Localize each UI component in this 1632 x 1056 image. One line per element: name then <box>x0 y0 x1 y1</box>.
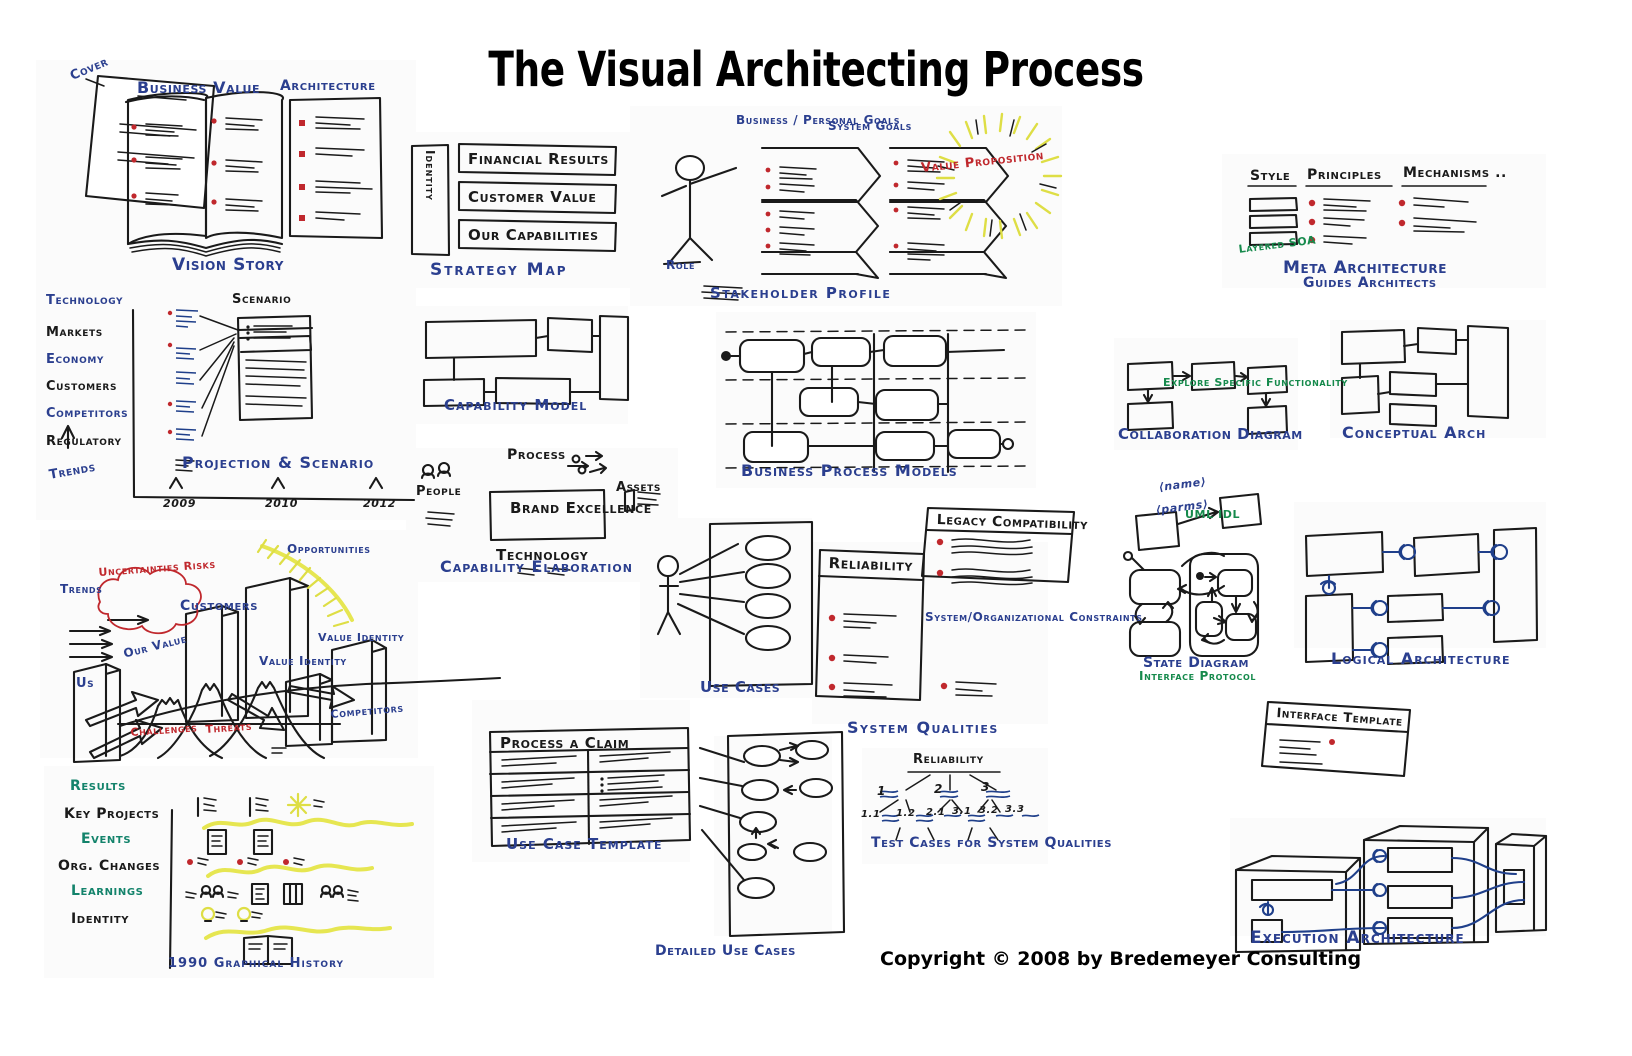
caption-vision-story: Vision Story <box>172 255 284 275</box>
label-brand-excellence: Brand Excellence <box>510 499 652 517</box>
label-system-goals: System Goals <box>828 119 912 133</box>
caption-strategy-map: Strategy Map <box>430 260 568 280</box>
row-financial-results: Financial Results <box>468 150 609 168</box>
test-node-3-2: 3.2 <box>979 805 999 816</box>
row-our-capabilities: Our Capabilities <box>468 226 599 244</box>
caption-execution-architecture: Execution Architecture <box>1250 928 1465 948</box>
label-architecture: Architecture <box>280 78 376 94</box>
caption-conceptual-arch: Conceptual Arch <box>1342 423 1487 442</box>
caption-graphical-history: 1990 Graphical History <box>168 956 345 971</box>
caption-detailed-use-cases: Detailed Use Cases <box>655 943 796 959</box>
header-process-a-claim: Process a Claim <box>500 734 630 752</box>
category-markets: Markets <box>46 325 103 340</box>
row-customer-value: Customer Value <box>468 188 597 206</box>
label-value-identity-left: Value Identity <box>259 654 347 668</box>
note-explore-specific-functionality: Explore Specific Functionality <box>1163 376 1348 389</box>
label-scenario: Scenario <box>232 292 292 307</box>
test-node-1-1: 1.1 <box>861 809 881 820</box>
test-node-3: 3 <box>981 780 990 794</box>
caption-test-cases: Test Cases for System Qualities <box>871 835 1113 851</box>
category-regulatory: Regulatory <box>46 434 122 449</box>
label-process: Process <box>507 447 566 463</box>
label-identity: Identity <box>423 150 437 201</box>
caption-business-process-models: Business Process Models <box>741 461 958 480</box>
subcaption-interface-protocol: Interface Protocol <box>1139 669 1257 683</box>
caption-system-qualities: System Qualities <box>847 718 999 737</box>
diagram-canvas: .ink { stroke:#1a1a1a; stroke-width:2.1;… <box>36 60 1548 978</box>
category-technology: Technology <box>46 293 124 308</box>
test-node-1: 1 <box>877 784 886 798</box>
caption-projection-scenario: Projection & Scenario <box>182 453 375 472</box>
caption-capability-elaboration: Capability Elaboration <box>440 557 633 576</box>
label-customers: Customers <box>180 598 259 614</box>
history-row-events: Events <box>81 831 132 847</box>
column-style: Style <box>1250 168 1291 184</box>
category-competitors: Competitors <box>46 406 129 421</box>
category-economy: Economy <box>46 352 104 367</box>
test-node-1-2: 1.2 <box>896 808 916 819</box>
label-opportunities: Opportunities <box>287 542 371 556</box>
caption-use-cases: Use Cases <box>700 678 781 696</box>
test-node-2-1: 2.1 <box>926 807 946 818</box>
caption-capability-model: Capability Model <box>444 396 588 414</box>
history-row-key-projects: Key Projects <box>64 806 160 822</box>
card-reliability: Reliability <box>828 554 914 575</box>
history-row-results: Results <box>70 778 126 794</box>
year-2009: 2009 <box>163 497 197 510</box>
label-us: Us <box>76 676 95 691</box>
column-mechanisms: Mechanisms .. <box>1403 165 1507 181</box>
label-business-value: Business Value <box>137 78 261 97</box>
label-people: People <box>416 484 462 499</box>
test-root-reliability: Reliability <box>913 752 984 767</box>
caption-collaboration-diagram: Collaboration Diagram <box>1118 425 1303 443</box>
note-system-organizational-constraints: System/Organizational Constraints <box>925 610 1143 624</box>
test-node-3-1: 3.1 <box>952 806 972 817</box>
caption-logical-architecture: Logical Architecture <box>1331 649 1511 668</box>
year-2012: 2012 <box>363 497 397 510</box>
label-trends: Trends <box>60 582 103 596</box>
label-role: Role <box>666 258 696 272</box>
caption-stakeholder-profile: Stakeholder Profile <box>710 284 892 302</box>
history-row-learnings: Learnings <box>71 883 144 899</box>
history-row-org-changes: Org. Changes <box>58 858 161 874</box>
copyright-notice: Copyright © 2008 by Bredemeyer Consultin… <box>880 948 1362 970</box>
label-value-identity-right: Value Identity <box>318 631 405 644</box>
category-customers: Customers <box>46 379 118 394</box>
label-uml-idl: UML IDL <box>1185 508 1241 521</box>
year-2010: 2010 <box>265 497 299 510</box>
test-node-3-3: 3.3 <box>1005 804 1025 815</box>
subcaption-guides-architects: Guides Architects <box>1303 275 1437 291</box>
column-principles: Principles <box>1307 167 1382 183</box>
test-node-2: 2 <box>934 782 943 796</box>
history-row-identity: Identity <box>71 911 130 927</box>
label-assets: Assets <box>616 480 661 495</box>
caption-use-case-template: Use Case Template <box>506 835 663 853</box>
